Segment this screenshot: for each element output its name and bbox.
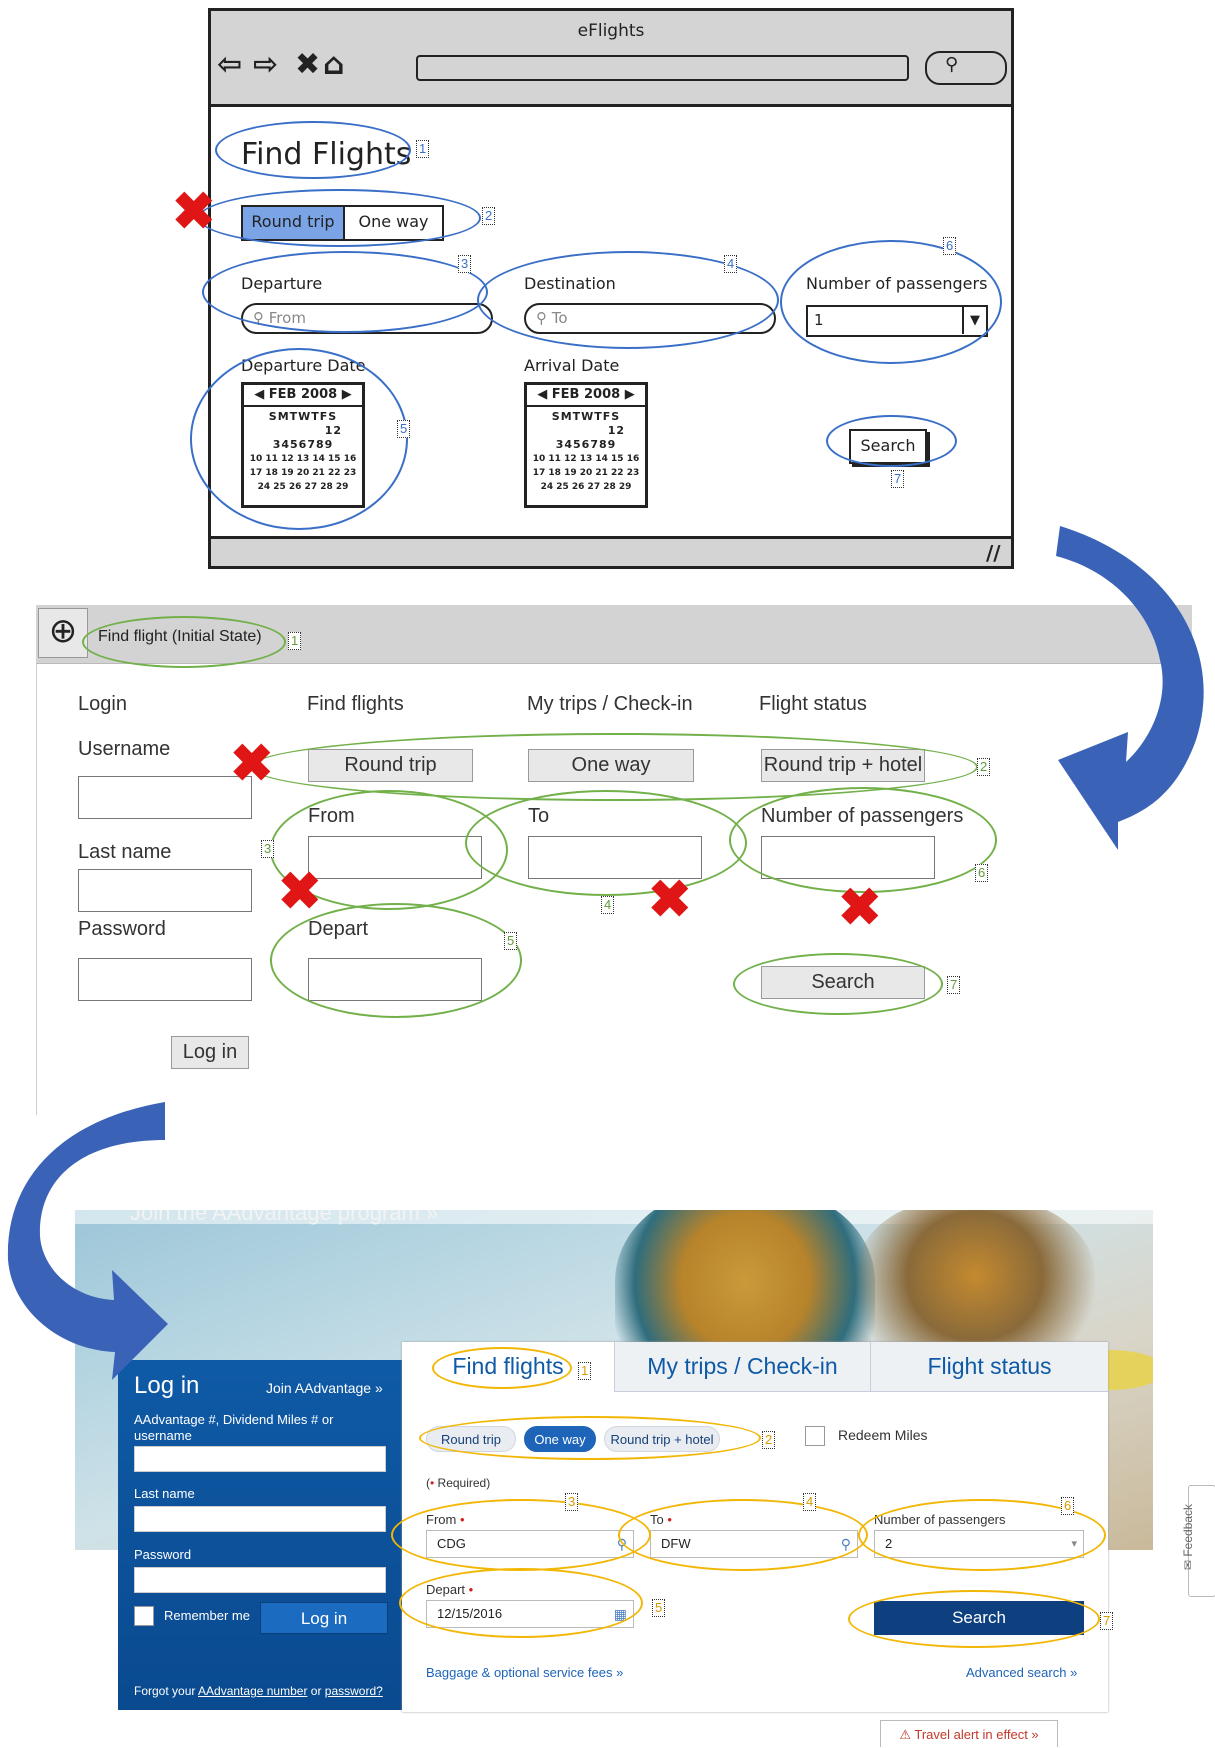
baggage-fees-link[interactable]: Baggage & optional service fees » [426,1665,623,1680]
forgot-number-link[interactable]: AAdvantage number [198,1684,307,1698]
annotation-number: 6 [943,237,957,255]
annotation-number: 3 [565,1493,579,1511]
forward-arrow-icon[interactable]: ⇨ [253,47,278,82]
annotation-ellipse [391,1499,651,1571]
zoom-in-icon[interactable]: ⊕ [38,608,88,658]
annotation-number: 4 [601,896,615,914]
lastname-input[interactable] [78,869,252,912]
annotation-number: 7 [947,976,961,994]
travel-alert-link[interactable]: ⚠ Travel alert in effect » [880,1720,1058,1747]
annotation-ellipse [780,240,1002,364]
advanced-search-link[interactable]: Advanced search » [966,1665,1077,1680]
annotation-ellipse [215,121,411,179]
password-input[interactable] [134,1567,386,1593]
calendar-header[interactable]: ◀ FEB 2008 ▶ [527,385,645,407]
nav-find-flights[interactable]: Find flights [307,693,404,716]
password-label: Password [134,1547,192,1562]
annotation-ellipse [82,616,286,668]
redeem-miles-checkbox[interactable] [805,1426,825,1446]
nav-login[interactable]: Login [78,693,127,716]
annotation-number: 2 [977,758,991,776]
annotation-number: 1 [288,632,302,650]
password-label: Password [78,918,166,940]
join-aadvantage-link[interactable]: Join AAdvantage » [266,1380,383,1396]
annotation-ellipse [826,415,957,467]
hero-join-link[interactable]: Join the AAdvantage program » [130,1210,438,1226]
annotation-ellipse [465,790,747,896]
close-icon[interactable]: ✖ [295,47,320,82]
rejected-x-mark: ✖ [278,863,322,921]
lastname-input[interactable] [134,1506,386,1532]
username-label: AAdvantage #, Dividend Miles # or userna… [134,1412,334,1443]
address-bar[interactable] [416,55,909,81]
annotation-number: 5 [652,1599,666,1617]
login-title: Log in [134,1372,200,1399]
browser-toolbar: eFlights ⇦ ⇨ ✖ ⌂ ⚲ [211,11,1011,107]
annotation-number: 5 [504,932,518,950]
arrival-date-label: Arrival Date [524,356,620,375]
annotation-number: 3 [261,840,275,858]
rejected-x-mark: ✖ [230,735,274,793]
annotation-ellipse [419,1416,761,1460]
remember-me-label: Remember me [164,1608,250,1623]
home-icon[interactable]: ⌂ [323,47,344,82]
feedback-label: ✉ Feedback [1181,1503,1196,1571]
annotation-ellipse [190,348,408,530]
rejected-x-mark: ✖ [648,871,692,929]
browser-search-field[interactable]: ⚲ [925,51,1007,85]
password-input[interactable] [78,958,252,1001]
back-arrow-icon[interactable]: ⇦ [217,47,242,82]
annotation-number: 6 [1061,1497,1075,1515]
required-note: (• Required) [426,1476,491,1490]
calendar-days[interactable]: SMTWTFS 12 3456789 10 11 12 13 14 15 16 … [527,407,645,494]
annotation-ellipse [618,1499,868,1571]
redeem-miles-label: Redeem Miles [838,1427,928,1443]
annotation-number: 4 [724,255,738,273]
annotation-number: 1 [416,140,430,158]
arrival-calendar[interactable]: ◀ FEB 2008 ▶ SMTWTFS 12 3456789 10 11 12… [524,382,648,508]
status-bar: // [211,536,1011,566]
feedback-tab[interactable]: ✉ Feedback [1181,1485,1215,1597]
username-input[interactable] [134,1446,386,1472]
annotation-number: 2 [482,207,496,225]
remember-me-checkbox[interactable] [134,1606,154,1626]
annotation-number: 4 [803,1493,817,1511]
tab-my-trips[interactable]: My trips / Check-in [614,1342,870,1392]
annotation-number: 2 [762,1431,776,1449]
wireframe-frame-edge [36,605,37,1115]
rejected-x-mark: ✖ [172,183,216,241]
login-button[interactable]: Log in [260,1602,388,1634]
annotation-ellipse [733,953,943,1015]
annotation-number: 3 [458,255,472,273]
lastname-label: Last name [134,1486,195,1501]
login-button[interactable]: Log in [171,1036,249,1069]
flow-arrow-right [1056,526,1204,850]
window-title: eFlights [577,21,645,41]
forgot-text: Forgot your AAdvantage number or passwor… [134,1684,383,1698]
login-panel: Log in Join AAdvantage » AAdvantage #, D… [118,1360,402,1710]
carousel-prev-icon[interactable]: ‹ [87,1285,99,1327]
annotation-ellipse [198,189,481,247]
annotation-ellipse [432,1347,572,1389]
username-input[interactable] [78,776,252,819]
annotation-ellipse [399,1568,643,1638]
resize-grip-icon[interactable]: // [986,541,1001,565]
search-icon: ⚲ [945,54,959,75]
nav-flight-status[interactable]: Flight status [759,693,867,716]
annotation-ellipse [848,1590,1100,1648]
username-label: Username [78,738,171,760]
annotation-ellipse [270,903,522,1018]
tab-flight-status[interactable]: Flight status [870,1342,1108,1392]
annotation-number: 7 [891,470,905,488]
nav-my-trips[interactable]: My trips / Check-in [527,693,693,716]
annotation-number: 7 [1100,1612,1114,1630]
annotation-number: 5 [397,420,411,438]
forgot-password-link[interactable]: password? [325,1684,383,1698]
annotation-ellipse [202,251,488,333]
annotation-number: 6 [975,864,989,882]
rejected-x-mark: ✖ [838,879,882,937]
annotation-number: 1 [578,1362,592,1380]
annotation-ellipse [729,787,997,893]
lastname-label: Last name [78,841,172,863]
